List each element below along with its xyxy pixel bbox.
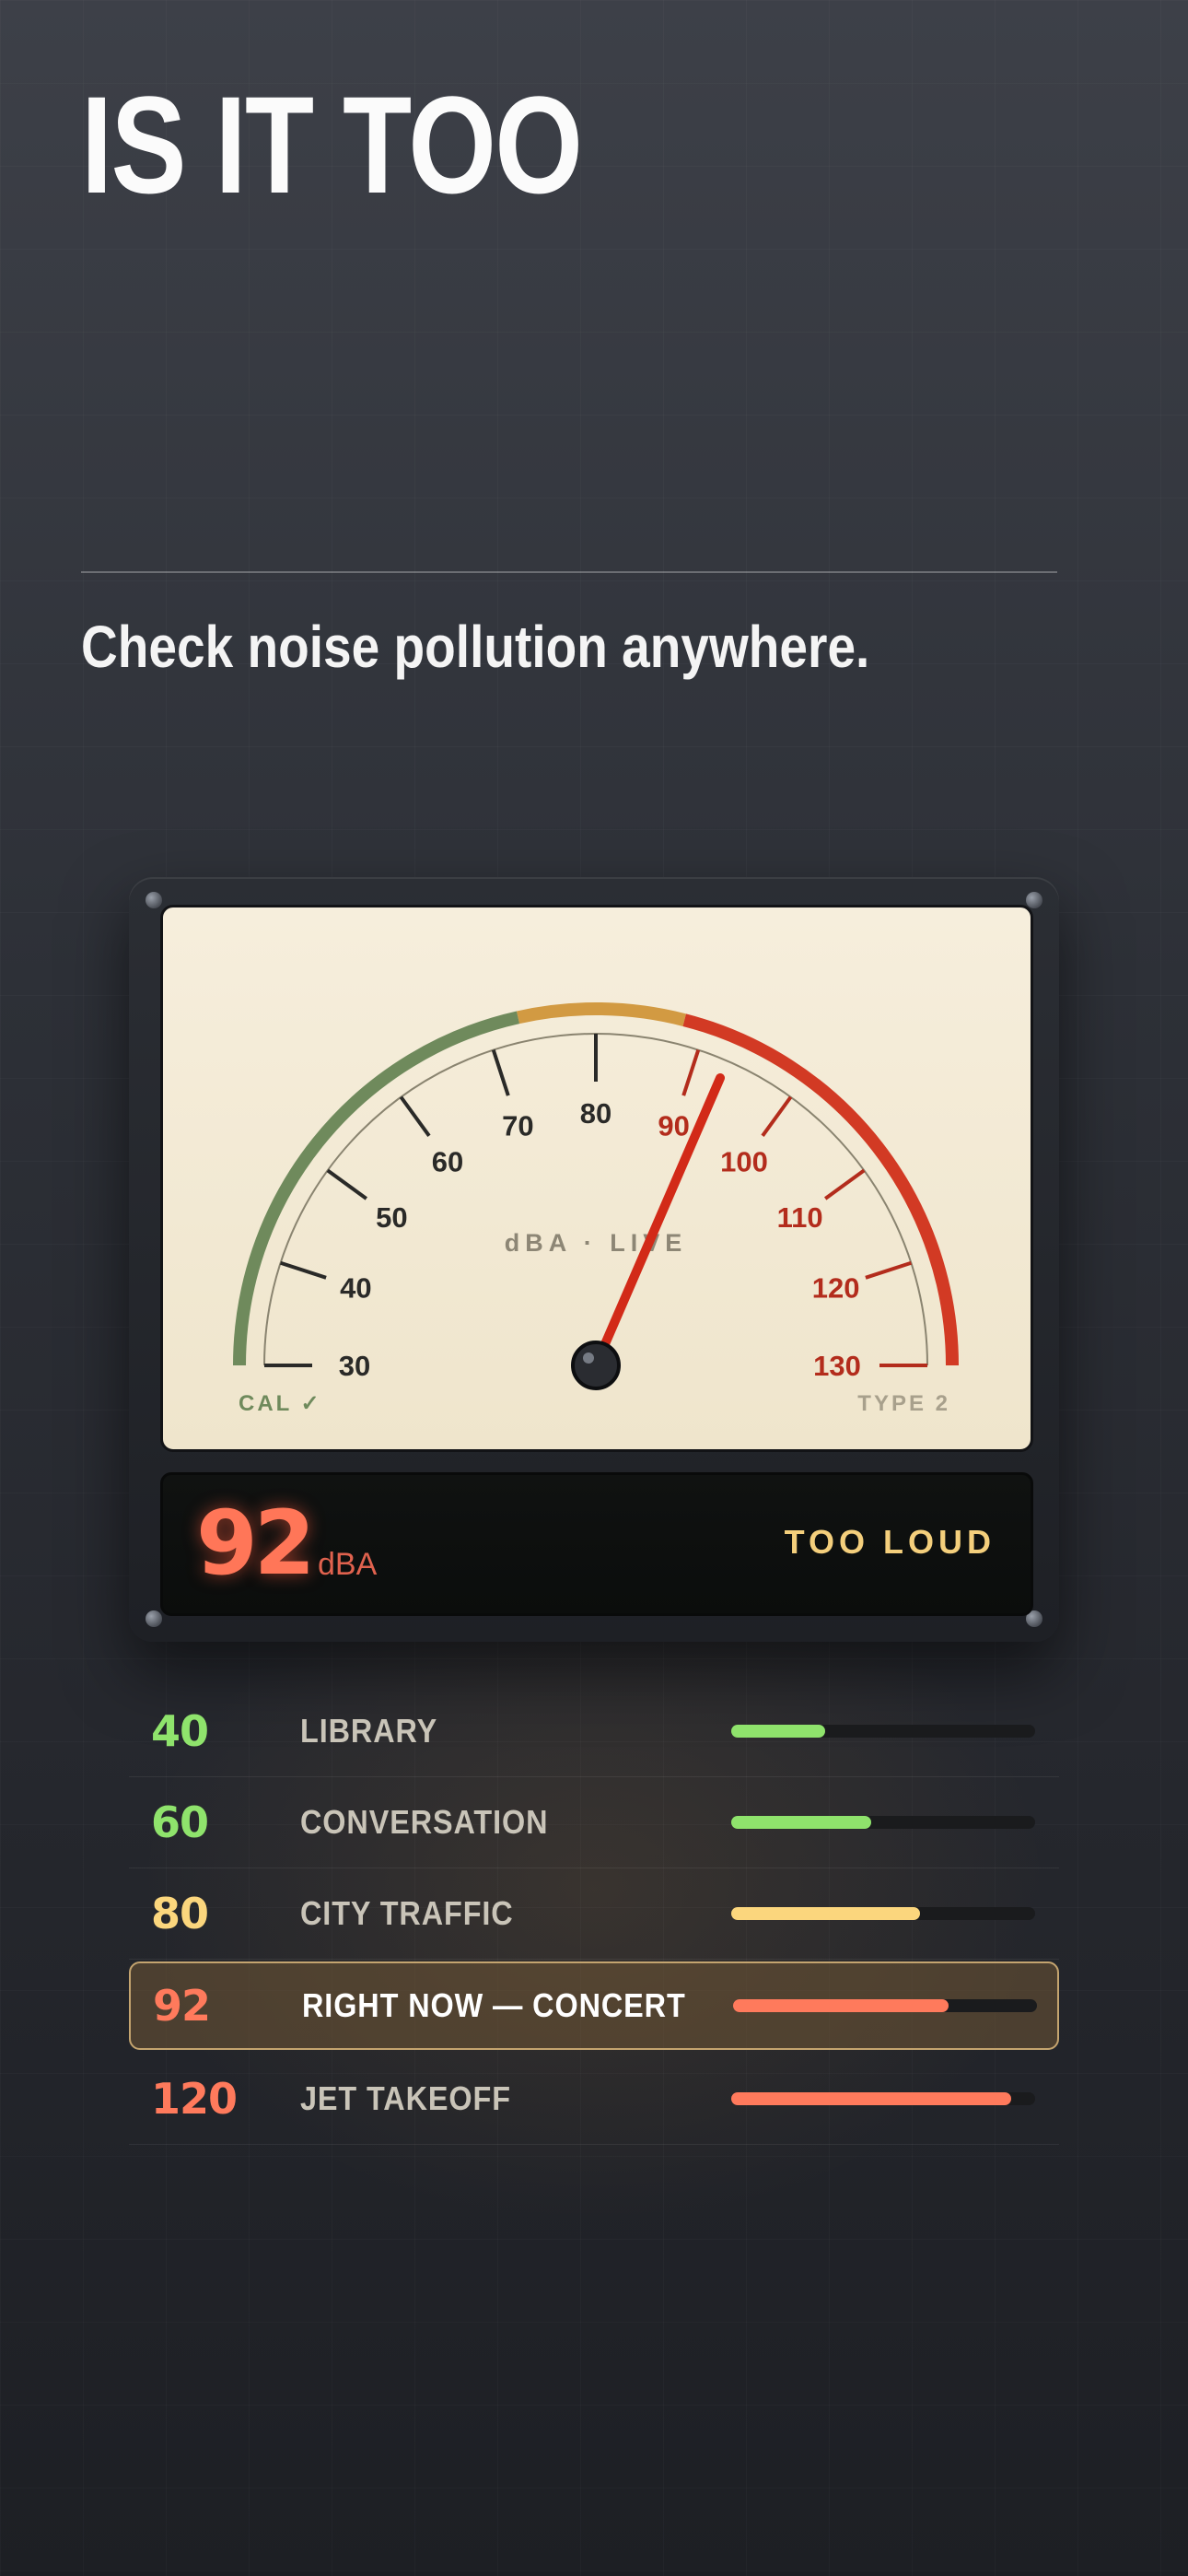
list-item: 60 CONVERSATION [129,1777,1059,1868]
level-value: 60 [151,1797,209,1847]
tick-mark [399,1095,431,1137]
level-label: CONVERSATION [300,1803,549,1841]
level-bar-track [733,1999,1037,2012]
dial-gauge: 30 40 50 60 70 80 90 100 110 120 130 dBA · LIVE CA… [233,1002,959,1449]
tick-mark [280,1260,327,1280]
screw-icon [146,892,162,908]
level-bar-fill [731,2092,1011,2105]
level-value: 40 [151,1706,209,1756]
tick-mark [824,1168,866,1200]
level-label: LIBRARY [300,1712,438,1750]
tick-mark [865,1260,912,1280]
tick-label: 100 [720,1145,768,1177]
level-bar-fill [731,1907,920,1920]
level-bar-fill [731,1725,826,1738]
tick-label: 120 [812,1271,860,1304]
tick-mark [681,1049,701,1096]
tick-label: 90 [658,1109,689,1142]
meter-type-label: TYPE 2 [857,1391,950,1416]
calibration-label: CAL ✓ [239,1391,322,1416]
tick-label: 40 [340,1271,371,1304]
readout-unit: dBA [318,1547,378,1582]
tick-label: 50 [376,1201,407,1234]
tick-label: 80 [580,1097,611,1130]
needle-pivot [571,1341,621,1390]
subheadline: Check noise pollution anywhere. [81,614,870,680]
list-item: 40 LIBRARY [129,1686,1059,1777]
level-label: RIGHT NOW — CONCERT [302,1986,686,2024]
level-bar-track [731,2092,1035,2105]
tick-label: 30 [339,1350,370,1382]
screw-icon [146,1610,162,1627]
tick-label: 60 [432,1145,463,1177]
list-item-current: 92 RIGHT NOW — CONCERT [129,1961,1059,2050]
analog-dial: 30 40 50 60 70 80 90 100 110 120 130 dBA · LIVE CA… [160,905,1033,1452]
level-bar-fill [731,1816,871,1829]
level-value: 120 [151,2074,238,2124]
divider [81,571,1057,573]
screw-icon [1026,892,1042,908]
level-bar-track [731,1725,1035,1738]
level-label: CITY TRAFFIC [300,1894,514,1932]
zone-arc [517,1002,686,1026]
level-value: 92 [153,1981,211,2031]
sound-meter-device: 30 40 50 60 70 80 90 100 110 120 130 dBA · LIVE CA… [129,877,1059,1642]
tick-mark [491,1049,510,1096]
tick-label: 110 [777,1201,823,1234]
tick-mark [761,1095,793,1137]
zone-arc [233,1011,520,1366]
level-value: 80 [151,1889,209,1938]
level-label: JET TAKEOFF [300,2079,511,2117]
tick-mark [326,1168,367,1200]
readout-status: TOO LOUD [784,1523,996,1561]
readout-value: 92 [196,1492,316,1595]
noise-level-list: 40 LIBRARY 60 CONVERSATION 80 CITY TRAFFIC 92 R… [129,1686,1059,2145]
needle-pivot-highlight [583,1352,594,1364]
level-bar-track [731,1816,1035,1829]
list-item: 120 JET TAKEOFF [129,2054,1059,2145]
scale-label: dBA · LIVE [505,1229,688,1257]
tick-label: 130 [813,1350,861,1382]
level-bar-fill [733,1999,949,2012]
list-item: 80 CITY TRAFFIC [129,1868,1059,1960]
zone-arc [682,1013,959,1366]
level-bar-track [731,1907,1035,1920]
digital-readout: 92 dBA TOO LOUD [160,1472,1033,1616]
headline: IS IT TOO [81,67,583,222]
tick-label: 70 [502,1109,533,1142]
